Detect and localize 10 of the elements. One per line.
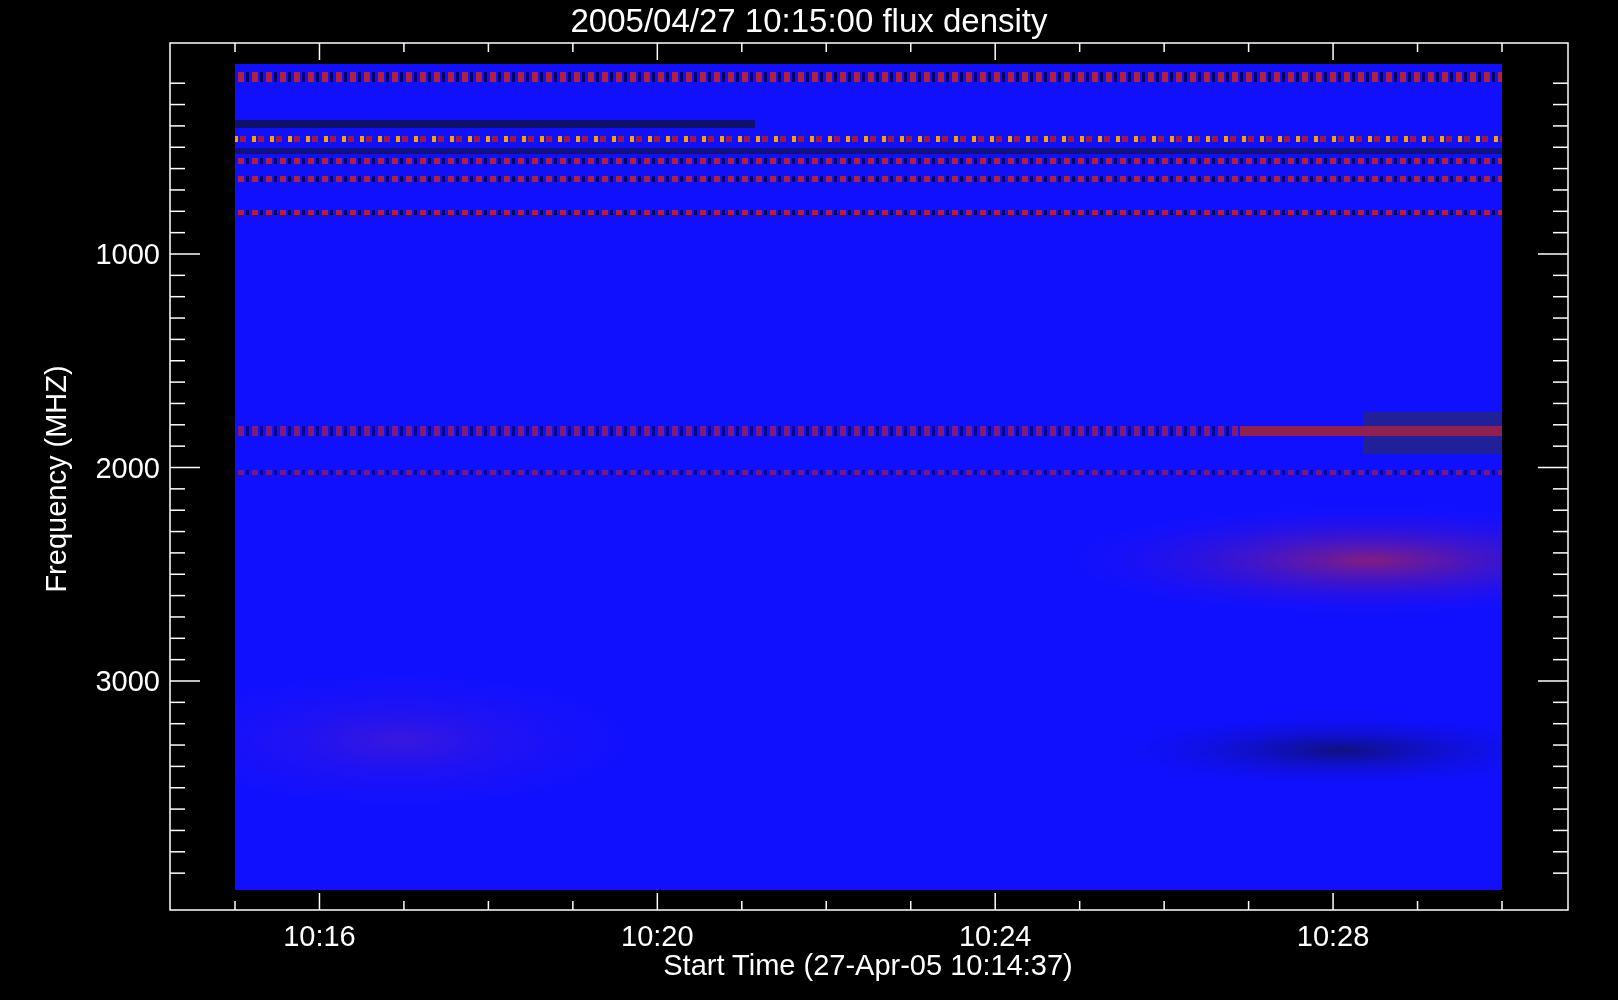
axis-title: Start Time (27-Apr-05 10:14:37)	[663, 949, 1073, 981]
axis-tick-label: 3000	[95, 665, 160, 697]
axis-tick-label: 10:28	[1296, 920, 1370, 952]
axis-tick-label: 1000	[95, 238, 160, 270]
axis-tick-label: 10:24	[958, 920, 1032, 952]
axis-title: Frequency (MHZ)	[40, 365, 72, 593]
axis-tick-label: 10:16	[283, 920, 356, 952]
chart-title: 2005/04/27 10:15:00 flux density	[570, 2, 1048, 39]
axis-tick-label: 10:20	[621, 920, 694, 952]
axis-tick-label: 2000	[95, 451, 160, 484]
